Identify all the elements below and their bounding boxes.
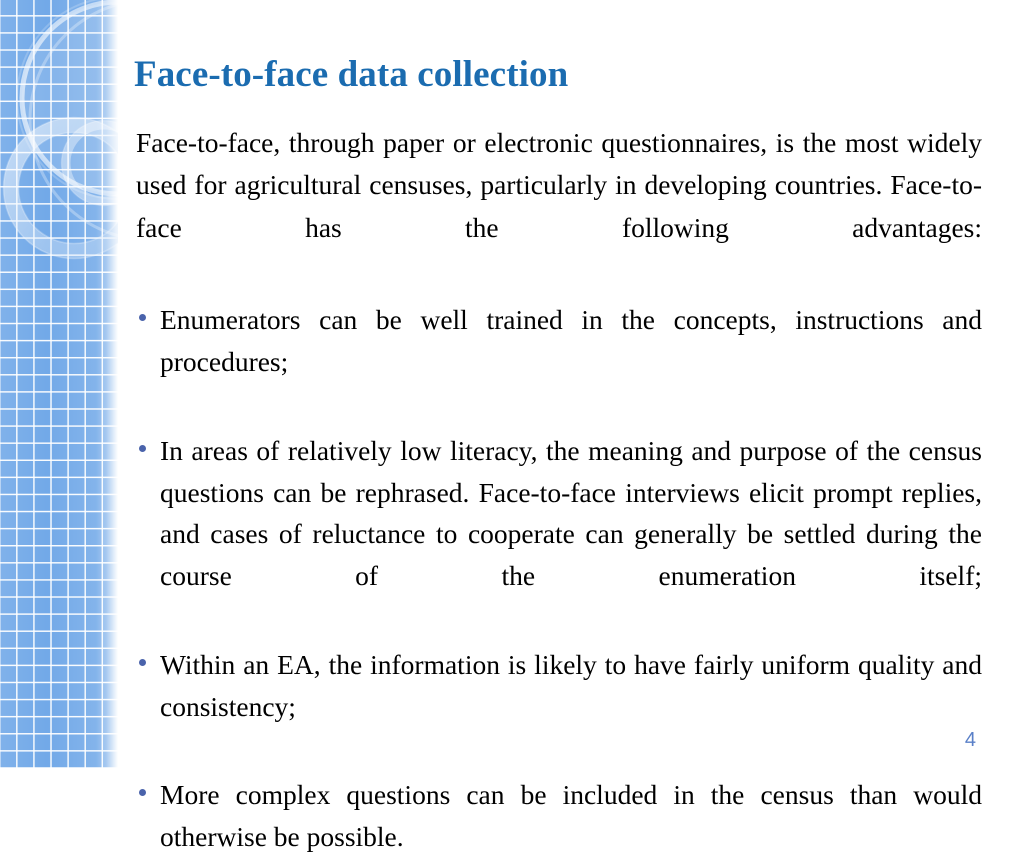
list-item-text: Within an EA, the information is likely …	[160, 648, 982, 722]
list-item: In areas of relatively low literacy, the…	[136, 430, 982, 639]
slide: Face-to-face data collection Face-to-fac…	[0, 0, 1024, 852]
list-item: Within an EA, the information is likely …	[136, 644, 982, 769]
sidebar-rings-svg	[2, 0, 118, 260]
large-arc-circle	[22, 2, 118, 194]
page-number: 4	[964, 729, 976, 751]
slide-title: Face-to-face data collection	[134, 53, 569, 95]
list-item-text: More complex questions can be included i…	[160, 779, 982, 852]
bullet-dot-icon	[139, 658, 146, 666]
bullet-dot-icon	[139, 444, 146, 452]
list-item-text: Enumerators can be well trained in the c…	[160, 304, 982, 378]
advantages-bullet-list: Enumerators can be well trained in the c…	[136, 299, 982, 857]
slide-body: Face-to-face, through paper or electroni…	[136, 122, 982, 863]
list-item: Enumerators can be well trained in the c…	[136, 299, 982, 424]
list-item-text: In areas of relatively low literacy, the…	[160, 434, 982, 592]
bullet-dot-icon	[139, 789, 146, 797]
intro-paragraph: Face-to-face, through paper or electroni…	[136, 127, 982, 243]
list-item: More complex questions can be included i…	[136, 774, 982, 858]
decorative-sidebar	[0, 0, 123, 768]
bullet-dot-icon	[139, 314, 146, 322]
